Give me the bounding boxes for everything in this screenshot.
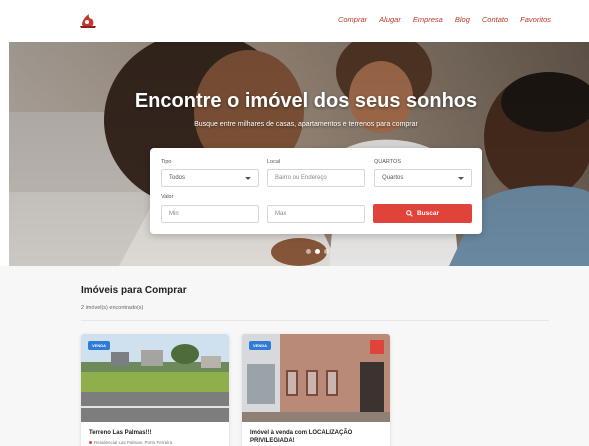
max-placeholder: Max [275, 211, 287, 217]
main-nav: Comprar Alugar Empresa Blog Contato Favo… [338, 15, 551, 24]
property-location: Residencial Las Palmas, Porto Ferreira [89, 440, 172, 445]
carousel-dots [306, 249, 329, 254]
chevron-down-icon [458, 177, 464, 180]
hero-subtitle: Busque entre milhares de casas, apartame… [194, 121, 418, 128]
property-title[interactable]: Terreno Las Palmas!!! [89, 430, 221, 438]
sale-badge: VENDA [88, 341, 111, 350]
tipo-value: Todos [169, 175, 186, 181]
nav-contato[interactable]: Contato [482, 15, 508, 24]
tipo-select[interactable]: Todos [161, 169, 259, 187]
carousel-dot[interactable] [324, 249, 329, 254]
quartos-value: Quartos [382, 175, 404, 181]
nav-alugar[interactable]: Alugar [379, 15, 401, 24]
favorite-icon[interactable] [370, 340, 384, 354]
property-card[interactable]: VENDA Terreno Las Palmas!!! Residencial … [81, 334, 229, 446]
nav-empresa[interactable]: Empresa [413, 15, 443, 24]
quartos-select[interactable]: Quartos [374, 169, 472, 187]
tipo-label: Tipo [161, 159, 172, 165]
property-title[interactable]: Imóvel à venda com LOCALIZAÇÃO PRIVILEGI… [250, 430, 382, 445]
carousel-dot-active[interactable] [315, 249, 320, 254]
max-price-input[interactable]: Max [267, 205, 365, 223]
valor-label: Valor [161, 194, 174, 200]
logo-icon[interactable] [78, 11, 98, 31]
local-placeholder: Bairro ou Endereço [275, 175, 327, 181]
section-title: Imóveis para Comprar [81, 285, 187, 296]
results-count: 2 imóvel(s) encontrado(s) [81, 305, 144, 311]
quartos-label: QUARTOS [374, 159, 401, 165]
nav-blog[interactable]: Blog [455, 15, 470, 24]
search-button[interactable]: Buscar [373, 204, 472, 223]
hero-title: Encontre o imóvel dos seus sonhos [134, 90, 478, 112]
carousel-dot[interactable] [306, 249, 311, 254]
nav-comprar[interactable]: Comprar [338, 15, 367, 24]
min-placeholder: Min [169, 211, 179, 217]
local-label: Local [267, 159, 281, 165]
min-price-input[interactable]: Min [161, 205, 259, 223]
divider [81, 320, 549, 321]
nav-favoritos[interactable]: Favoritos [520, 15, 551, 24]
search-button-label: Buscar [416, 210, 440, 217]
chevron-down-icon [245, 177, 251, 180]
property-location-text: Residencial Las Palmas, Porto Ferreira [94, 440, 173, 445]
listings-section: Imóveis para Comprar 2 imóvel(s) encontr… [0, 266, 589, 446]
sale-badge: VENDA [249, 341, 272, 350]
header: Comprar Alugar Empresa Blog Contato Favo… [0, 0, 589, 42]
location-pin-icon [89, 441, 92, 444]
local-input[interactable]: Bairro ou Endereço [267, 169, 365, 187]
property-card[interactable]: VENDA Imóvel à venda com LOCALIZAÇÃO PRI… [242, 334, 390, 446]
search-icon [406, 210, 413, 217]
